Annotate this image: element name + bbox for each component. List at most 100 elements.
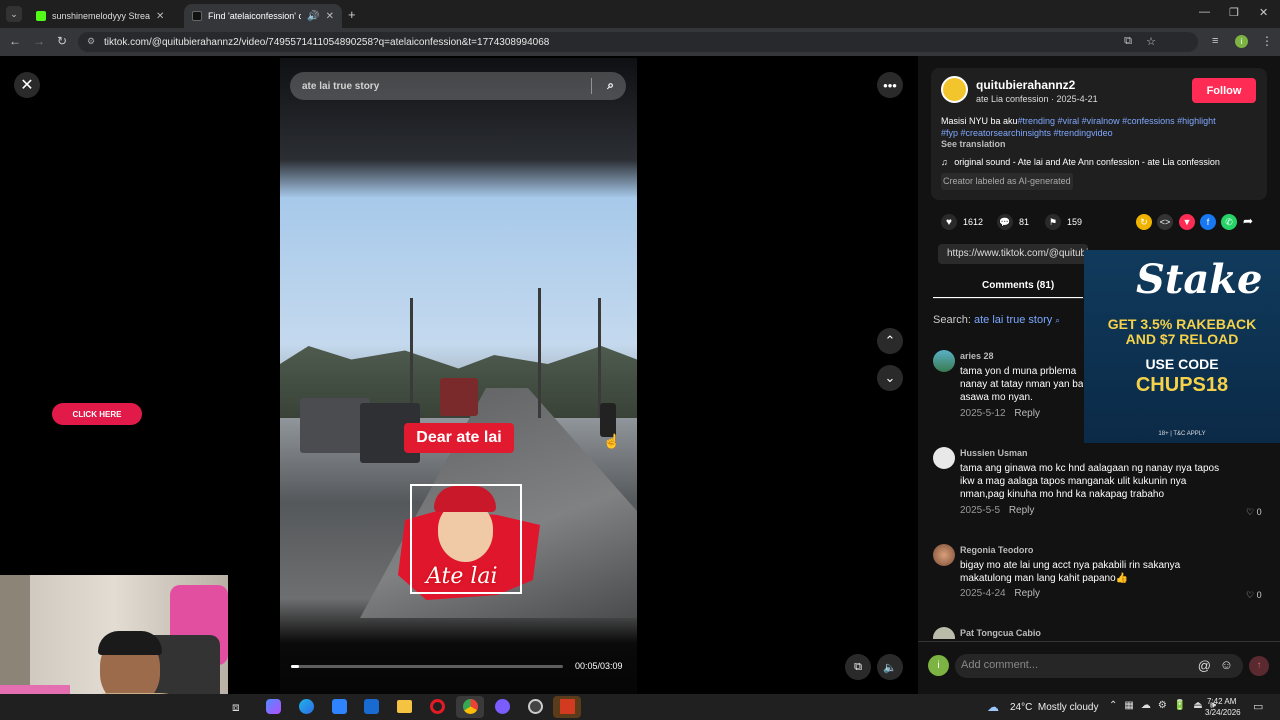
creator-username[interactable]: quitubierahannz2 (976, 78, 1075, 92)
comment-action[interactable]: 💬 81 (997, 214, 1029, 230)
close-video-button[interactable]: ✕ (14, 72, 40, 98)
video-search-bar[interactable]: ate lai true story ⌕ (290, 72, 626, 100)
facebook-icon[interactable]: f (1200, 214, 1216, 230)
follow-button[interactable]: Follow (1192, 78, 1256, 103)
red-app-icon[interactable] (560, 699, 575, 714)
outlook-icon[interactable] (364, 699, 379, 714)
browser-menu-icon[interactable]: ⋮ (1261, 34, 1273, 48)
address-bar[interactable]: ⚙ tiktok.com/@quitubierahannz2/video/749… (78, 32, 1198, 52)
weather-cloud-icon[interactable]: ☁ (987, 700, 999, 714)
overlay-text: Dear ate lai (416, 429, 502, 446)
creator-avatar[interactable] (941, 76, 968, 103)
comment-line: tama yon d muna prblema (960, 366, 1077, 377)
pip-button[interactable]: ⧉ (845, 654, 871, 680)
commenter-name[interactable]: Regonia Teodoro (960, 545, 1033, 555)
volume-button[interactable]: 🔈 (877, 654, 903, 680)
tab-close-icon[interactable]: ✕ (156, 11, 164, 22)
reload-button[interactable]: ↻ (57, 34, 67, 48)
embed-icon[interactable]: <> (1157, 214, 1173, 230)
minimize-button[interactable]: — (1199, 6, 1210, 18)
reading-list-icon[interactable]: ≡ (1212, 35, 1218, 47)
heart-outline-icon[interactable]: ♡ (1246, 590, 1254, 600)
related-search[interactable]: Search: ate lai true story ⌕ (933, 314, 1060, 326)
ad-code-label: USE CODE (1145, 356, 1219, 372)
more-options-button[interactable]: ••• (877, 72, 903, 98)
share-arrow-icon[interactable]: ➦ (1243, 214, 1253, 228)
profile-avatar[interactable]: i (1235, 35, 1248, 48)
cartoon-cap (434, 486, 496, 512)
like-action[interactable]: ♥ 1612 (941, 214, 983, 230)
commenter-name[interactable]: Hussien Usman (960, 448, 1028, 458)
see-translation-link[interactable]: See translation (941, 139, 1006, 149)
stake-ad-banner[interactable]: Stake GET 3.5% RAKEBACK AND $7 RELOAD US… (1084, 250, 1280, 443)
tab-tiktok-search[interactable]: Find 'atelaiconfession' on Ti 🔊 ✕ (184, 4, 342, 28)
edge-icon[interactable] (299, 699, 314, 714)
discord-icon[interactable] (495, 699, 510, 714)
related-search-query[interactable]: ate lai true story (974, 314, 1052, 326)
forward-button[interactable]: → (33, 34, 45, 48)
opera-icon[interactable] (430, 699, 445, 714)
kick-favicon-icon (36, 11, 46, 21)
back-button[interactable]: ← (9, 34, 21, 48)
commenter-avatar[interactable] (933, 447, 955, 469)
video-scene-motorcycle (600, 403, 616, 437)
file-explorer-icon[interactable] (397, 700, 412, 713)
close-window-button[interactable]: ✕ (1259, 6, 1268, 19)
obs-icon[interactable] (528, 699, 543, 714)
caption-hashtags[interactable]: #fyp #creatorsearchinsights #trendingvid… (941, 128, 1113, 138)
install-app-icon[interactable]: ⧉ (1124, 35, 1132, 48)
clock-time[interactable]: 7:42 AM (1207, 697, 1236, 706)
restore-button[interactable]: ❐ (1229, 6, 1239, 19)
video-scene-pole (538, 288, 541, 418)
comment-like[interactable]: ♡ 0 (1246, 507, 1262, 518)
bookmark-star-icon[interactable]: ☆ (1146, 35, 1156, 48)
add-comment-input[interactable]: Add comment... @ ☺ (955, 654, 1243, 678)
save-action[interactable]: ⚑ 159 (1045, 214, 1082, 230)
emoji-icon[interactable]: ☺ (1220, 657, 1233, 672)
commenter-avatar[interactable] (933, 544, 955, 566)
bookmark-icon[interactable]: ⚑ (1045, 214, 1061, 230)
copilot-icon[interactable] (266, 699, 281, 714)
chrome-icon[interactable] (463, 699, 478, 714)
tab-kick-stream[interactable]: sunshinemelodyyy Stream - Wa ✕ (28, 4, 180, 28)
ad-headline-2: AND $7 RELOAD (1125, 331, 1239, 347)
reply-button[interactable]: Reply (1014, 588, 1040, 599)
search-icon[interactable]: ⌕ (607, 78, 614, 93)
comment-like[interactable]: ♡ 0 (1246, 590, 1262, 601)
new-tab-button[interactable]: + (348, 7, 356, 22)
tab-title: sunshinemelodyyy Stream - Wa (52, 11, 150, 21)
ad-click-button[interactable]: CLICK HERE (52, 403, 142, 425)
tab-comments[interactable]: Comments (81) (982, 280, 1054, 291)
heart-outline-icon[interactable]: ♡ (1246, 507, 1254, 517)
video-progress-track[interactable] (291, 665, 563, 668)
whatsapp-icon[interactable]: ✆ (1221, 214, 1237, 230)
previous-video-button[interactable]: ⌃ (877, 328, 903, 354)
weather-text[interactable]: 24°C Mostly cloudy (1010, 702, 1098, 713)
task-view-icon[interactable]: ⧈ (232, 700, 240, 715)
creator-subtitle: ate Lia confession · 2025-4-21 (976, 94, 1098, 104)
reply-button[interactable]: Reply (1009, 505, 1035, 516)
commenter-avatar[interactable] (933, 627, 955, 639)
repost-icon[interactable]: ↻ (1136, 214, 1152, 230)
caption-hashtags[interactable]: #trending #viral #viralnow #confessions … (1018, 116, 1216, 126)
store-icon[interactable] (332, 699, 347, 714)
copy-link-field[interactable]: https://www.tiktok.com/@quitubierahannz2… (938, 244, 1088, 264)
tab-audio-icon[interactable]: 🔊 (307, 11, 319, 22)
ad-promo-code: CHUPS18 (1135, 374, 1229, 396)
comment-bubble-icon[interactable]: 💬 (997, 214, 1013, 230)
notification-icon[interactable]: ▭ (1253, 700, 1263, 713)
reply-button[interactable]: Reply (1014, 408, 1040, 419)
send-to-friends-icon[interactable]: ▼ (1179, 214, 1195, 230)
post-comment-button[interactable]: ↑ (1249, 656, 1269, 676)
commenter-name[interactable]: aries 28 (960, 351, 994, 361)
commenter-avatar[interactable] (933, 350, 955, 372)
commenter-name[interactable]: Pat Tongcua Cabio (960, 628, 1041, 638)
next-video-button[interactable]: ⌄ (877, 365, 903, 391)
heart-icon[interactable]: ♥ (941, 214, 957, 230)
mention-icon[interactable]: @ (1198, 658, 1211, 673)
sound-row[interactable]: ♫ original sound - Ate lai and Ate Ann c… (941, 157, 1220, 167)
tab-search-button[interactable]: ⌄ (6, 6, 22, 22)
site-info-icon[interactable]: ⚙ (87, 36, 95, 47)
clock-date[interactable]: 3/24/2026 (1205, 708, 1241, 717)
tab-close-icon[interactable]: ✕ (326, 11, 334, 22)
